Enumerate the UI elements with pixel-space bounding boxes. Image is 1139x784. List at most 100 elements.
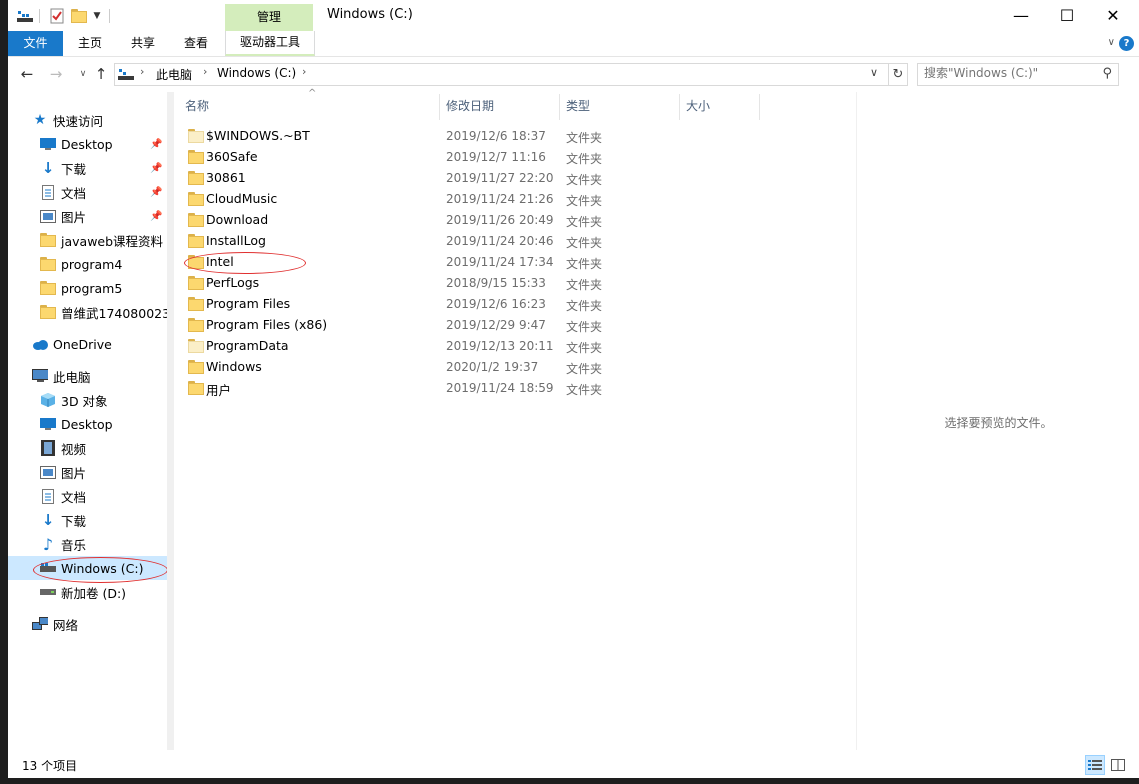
nav-recent-program5[interactable]: program5 <box>8 276 167 300</box>
pin-icon[interactable]: 📌 <box>150 163 162 174</box>
pin-icon[interactable]: 📌 <box>150 211 162 222</box>
forward-button[interactable]: → <box>47 65 65 83</box>
breadcrumb-windows-c[interactable]: Windows (C:) <box>217 66 296 80</box>
nav-label: 视频 <box>61 441 87 457</box>
search-icon[interactable]: ⚲ <box>1102 66 1112 81</box>
breadcrumb-this-pc[interactable]: 此电脑 <box>156 66 192 83</box>
folder-icon <box>188 381 204 395</box>
customize-qa-dropdown-icon[interactable]: ▼ <box>90 6 104 26</box>
nav-recent-program4[interactable]: program4 <box>8 252 167 276</box>
close-button[interactable]: ✕ <box>1090 0 1136 31</box>
file-row[interactable]: Program Files 2019/12/6 16:23 文件夹 <box>174 294 856 315</box>
download-arrow-icon: ↓ <box>41 511 55 529</box>
address-dropdown-icon[interactable]: ∨ <box>870 66 878 79</box>
search-input[interactable] <box>924 66 1094 80</box>
minimize-button[interactable]: — <box>998 0 1044 31</box>
this-pc-address-icon <box>118 67 134 84</box>
pin-icon[interactable]: 📌 <box>150 187 162 198</box>
column-divider[interactable] <box>559 94 560 120</box>
nav-label: 图片 <box>61 465 87 481</box>
nav-windows-c[interactable]: Windows (C:) <box>8 556 167 580</box>
nav-documents[interactable]: 文档 <box>8 484 167 508</box>
file-row[interactable]: 用户 2019/11/24 18:59 文件夹 <box>174 378 856 399</box>
file-type: 文件夹 <box>566 341 603 355</box>
column-header-type[interactable]: 类型 <box>566 92 590 120</box>
nav-desktop[interactable]: Desktop <box>8 412 167 436</box>
tab-file[interactable]: 文件 <box>8 31 63 56</box>
nav-label: 文档 <box>61 489 87 505</box>
nav-label: Desktop <box>61 416 113 432</box>
nav-label: 网络 <box>53 617 79 633</box>
file-row[interactable]: InstallLog 2019/11/24 20:46 文件夹 <box>174 231 856 252</box>
tab-view[interactable]: 查看 <box>176 31 216 56</box>
tab-share[interactable]: 共享 <box>123 31 163 56</box>
file-name: Windows <box>206 359 262 374</box>
nav-new-volume-d[interactable]: 新加卷 (D:) <box>8 580 167 604</box>
file-row[interactable]: Program Files (x86) 2019/12/29 9:47 文件夹 <box>174 315 856 336</box>
column-header-name[interactable]: 名称 <box>185 92 209 120</box>
folder-icon <box>188 255 204 269</box>
expand-ribbon-icon[interactable]: ∨ <box>1108 37 1115 48</box>
file-row[interactable]: ProgramData 2019/12/13 20:11 文件夹 <box>174 336 856 357</box>
nav-documents-pinned[interactable]: 文档 📌 <box>8 180 167 204</box>
nav-videos[interactable]: 视频 <box>8 436 167 460</box>
tab-drive-tools[interactable]: 驱动器工具 <box>225 31 315 56</box>
nav-network[interactable]: 网络 <box>8 612 167 636</box>
column-divider[interactable] <box>759 94 760 120</box>
explorer-app-icon[interactable] <box>16 6 34 26</box>
recent-locations-icon[interactable]: ∨ <box>74 65 92 83</box>
nav-recent-user-folder[interactable]: 曾维武1740800232 <box>8 300 167 324</box>
nav-downloads-pinned[interactable]: ↓ 下载 📌 <box>8 156 167 180</box>
nav-onedrive[interactable]: OneDrive <box>8 332 167 356</box>
nav-recent-javaweb[interactable]: javaweb课程资料 <box>8 228 167 252</box>
file-name: CloudMusic <box>206 191 278 206</box>
tab-home[interactable]: 主页 <box>70 31 110 56</box>
back-button[interactable]: ← <box>18 65 36 83</box>
file-row[interactable]: 30861 2019/11/27 22:20 文件夹 <box>174 168 856 189</box>
film-icon <box>40 440 56 456</box>
column-header-size[interactable]: 大小 <box>686 92 710 120</box>
file-row[interactable]: 360Safe 2019/12/7 11:16 文件夹 <box>174 147 856 168</box>
breadcrumb-chevron-icon[interactable]: › <box>140 65 144 78</box>
network-icon <box>32 616 48 632</box>
search-box[interactable]: ⚲ <box>917 63 1119 86</box>
refresh-button[interactable]: ↻ <box>888 63 908 86</box>
maximize-button[interactable]: ☐ <box>1044 0 1090 31</box>
breadcrumb-chevron-icon[interactable]: › <box>302 65 306 78</box>
nav-music[interactable]: ♪ 音乐 <box>8 532 167 556</box>
file-row[interactable]: Windows 2020/1/2 19:37 文件夹 <box>174 357 856 378</box>
column-divider[interactable] <box>679 94 680 120</box>
help-icon[interactable]: ? <box>1119 36 1134 51</box>
manage-context-tab[interactable]: 管理 <box>225 4 313 31</box>
file-date: 2019/11/26 20:49 <box>446 213 554 227</box>
file-row[interactable]: PerfLogs 2018/9/15 15:33 文件夹 <box>174 273 856 294</box>
breadcrumb-chevron-icon[interactable]: › <box>203 65 207 78</box>
details-view-button[interactable] <box>1085 755 1105 775</box>
file-row[interactable]: $WINDOWS.~BT 2019/12/6 18:37 文件夹 <box>174 126 856 147</box>
file-row[interactable]: Intel 2019/11/24 17:34 文件夹 <box>174 252 856 273</box>
pin-icon[interactable]: 📌 <box>150 139 162 150</box>
nav-this-pc[interactable]: 此电脑 <box>8 364 167 388</box>
folder-icon <box>188 297 204 311</box>
nav-label: Desktop <box>61 136 113 152</box>
file-date: 2019/11/27 22:20 <box>446 171 554 185</box>
large-icons-view-button[interactable] <box>1108 755 1128 775</box>
new-folder-icon[interactable] <box>70 6 88 26</box>
address-bar[interactable]: › 此电脑 › Windows (C:) › <box>114 63 889 86</box>
column-divider[interactable] <box>439 94 440 120</box>
nav-label: 曾维武1740800232 <box>61 305 167 321</box>
column-header-date[interactable]: 修改日期 <box>446 92 494 120</box>
nav-desktop-pinned[interactable]: Desktop 📌 <box>8 132 167 156</box>
nav-pictures[interactable]: 图片 <box>8 460 167 484</box>
properties-icon[interactable] <box>48 6 66 26</box>
nav-pane-scrollbar[interactable] <box>167 92 174 750</box>
nav-quick-access[interactable]: ★ 快速访问 <box>8 108 167 132</box>
file-name: 30861 <box>206 170 246 185</box>
up-button[interactable]: ↑ <box>92 65 110 83</box>
nav-3d-objects[interactable]: 3D 对象 <box>8 388 167 412</box>
details-view-icon <box>1088 760 1102 770</box>
nav-pictures-pinned[interactable]: 图片 📌 <box>8 204 167 228</box>
nav-downloads[interactable]: ↓ 下载 <box>8 508 167 532</box>
file-row[interactable]: Download 2019/11/26 20:49 文件夹 <box>174 210 856 231</box>
file-row[interactable]: CloudMusic 2019/11/24 21:26 文件夹 <box>174 189 856 210</box>
